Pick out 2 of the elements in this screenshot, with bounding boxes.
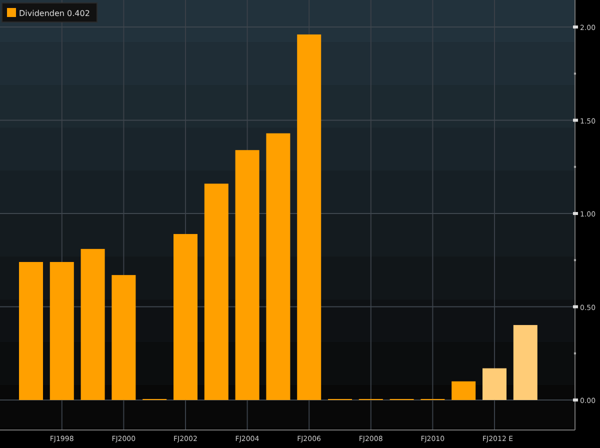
legend-label: Dividenden <box>19 9 64 18</box>
legend-value: 0.402 <box>67 9 90 18</box>
